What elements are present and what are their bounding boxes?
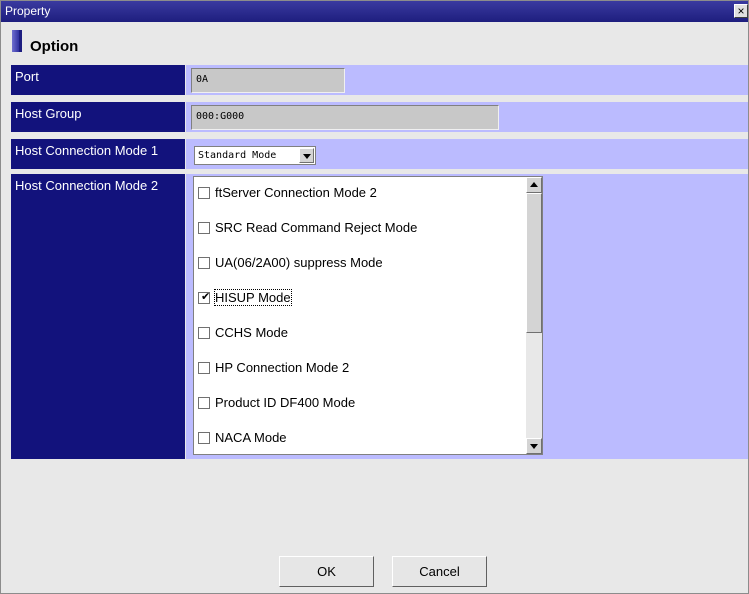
section-title: Option bbox=[30, 38, 79, 55]
property-dialog: Property × Option Port 0A Host Group 000… bbox=[0, 0, 749, 594]
option-label: UA(06/2A00) suppress Mode bbox=[215, 255, 383, 270]
scroll-thumb[interactable] bbox=[526, 193, 542, 333]
option-label: HISUP Mode bbox=[214, 289, 292, 306]
mode1-label: Host Connection Mode 1 bbox=[11, 139, 185, 169]
option-label: ftServer Connection Mode 2 bbox=[215, 185, 377, 200]
cancel-button[interactable]: Cancel bbox=[392, 556, 487, 587]
host-connection-mode1-select[interactable]: Standard Mode bbox=[194, 146, 316, 165]
port-field: 0A bbox=[191, 68, 345, 93]
chevron-down-icon bbox=[530, 444, 538, 449]
window-title: Property bbox=[5, 4, 51, 18]
close-button[interactable]: × bbox=[734, 4, 748, 18]
checkmark-icon: ✔ bbox=[201, 291, 211, 303]
port-label: Port bbox=[11, 65, 185, 95]
checkbox[interactable] bbox=[198, 187, 210, 199]
ok-button[interactable]: OK bbox=[279, 556, 374, 587]
checkbox[interactable] bbox=[198, 397, 210, 409]
option-label: HP Connection Mode 2 bbox=[215, 360, 350, 375]
title-bar[interactable]: Property × bbox=[1, 1, 748, 22]
chevron-down-icon bbox=[303, 154, 311, 159]
checkbox-checked[interactable]: ✔ bbox=[198, 291, 211, 304]
scroll-up-button[interactable] bbox=[526, 177, 542, 193]
checkbox[interactable] bbox=[198, 362, 210, 374]
host-group-label: Host Group bbox=[11, 102, 185, 132]
option-label: SRC Read Command Reject Mode bbox=[215, 220, 418, 235]
checkbox[interactable] bbox=[198, 257, 210, 269]
dropdown-button[interactable] bbox=[299, 148, 314, 163]
mode1-selected-value: Standard Mode bbox=[198, 150, 277, 161]
option-label: NACA Mode bbox=[215, 430, 287, 445]
scroll-down-button[interactable] bbox=[526, 438, 542, 454]
option-label: CCHS Mode bbox=[215, 325, 288, 340]
checkbox[interactable] bbox=[198, 432, 210, 444]
section-marker-icon-edge bbox=[19, 30, 22, 52]
mode2-label: Host Connection Mode 2 bbox=[11, 174, 185, 459]
section-marker-icon bbox=[12, 30, 19, 52]
checkbox[interactable] bbox=[198, 327, 210, 339]
section-header: Option bbox=[1, 22, 748, 58]
vertical-scrollbar[interactable] bbox=[526, 177, 542, 454]
mode2-option-list[interactable]: ftServer Connection Mode 2 SRC Read Comm… bbox=[193, 176, 543, 455]
option-label: Product ID DF400 Mode bbox=[215, 395, 356, 410]
chevron-up-icon bbox=[530, 182, 538, 187]
host-group-field: 000:G000 bbox=[191, 105, 499, 130]
checkbox[interactable] bbox=[198, 222, 210, 234]
